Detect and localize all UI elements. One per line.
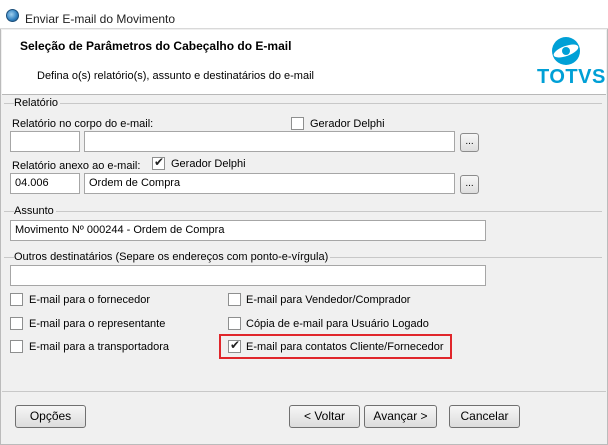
highlight-box — [219, 334, 452, 359]
anexo-gerador-delphi-checkbox[interactable] — [152, 155, 165, 170]
relatorio-group-label: Relatório — [14, 97, 61, 109]
page-title: Seleção de Parâmetros do Cabeçalho do E-… — [20, 39, 292, 53]
vendedor-comprador-label: E-mail para Vendedor/Comprador — [246, 294, 411, 306]
copia-usuario-logado-label: Cópia de e-mail para Usuário Logado — [246, 318, 429, 330]
destinatarios-group: Outros destinatários (Separe os endereço… — [4, 251, 602, 263]
anexo-email-label: Relatório anexo ao e-mail: — [12, 160, 141, 172]
destinatarios-group-label: Outros destinatários (Separe os endereço… — [14, 251, 331, 263]
app-icon — [6, 9, 19, 22]
opcoes-button[interactable]: Opções — [15, 405, 86, 428]
totvs-logo-text: TOTVS — [537, 66, 606, 88]
relatorio-group: Relatório — [4, 97, 602, 109]
cancelar-button[interactable]: Cancelar — [449, 405, 520, 428]
title-bar: Enviar E-mail do Movimento — [0, 0, 608, 29]
corpo-name-input[interactable] — [84, 131, 455, 152]
transportadora-checkbox[interactable] — [10, 340, 23, 353]
copia-usuario-logado-checkbox[interactable] — [228, 317, 241, 330]
anexo-name-input[interactable]: Ordem de Compra — [84, 173, 455, 194]
anexo-code-input[interactable]: 04.006 — [10, 173, 80, 194]
destinatarios-input[interactable] — [10, 265, 486, 286]
assunto-input[interactable]: Movimento Nº 000244 - Ordem de Compra — [10, 220, 486, 241]
corpo-email-label: Relatório no corpo do e-mail: — [12, 118, 154, 130]
representante-checkbox[interactable] — [10, 317, 23, 330]
assunto-group: Assunto — [4, 205, 602, 217]
corpo-code-input[interactable] — [10, 131, 80, 152]
corpo-browse-button[interactable]: ... — [460, 133, 479, 152]
wizard-header: Seleção de Parâmetros do Cabeçalho do E-… — [2, 30, 606, 95]
anexo-browse-button[interactable]: ... — [460, 175, 479, 194]
corpo-gerador-delphi-label: Gerador Delphi — [310, 118, 385, 130]
fornecedor-label: E-mail para o fornecedor — [29, 294, 151, 306]
avancar-button[interactable]: Avançar > — [364, 405, 437, 428]
vendedor-comprador-checkbox[interactable] — [228, 293, 241, 306]
assunto-group-label: Assunto — [14, 205, 56, 217]
anexo-gerador-delphi-label: Gerador Delphi — [171, 158, 246, 170]
page-subtitle: Defina o(s) relatório(s), assunto e dest… — [37, 70, 314, 82]
voltar-button[interactable]: < Voltar — [289, 405, 360, 428]
representante-label: E-mail para o representante — [29, 318, 166, 330]
corpo-gerador-delphi-checkbox[interactable] — [291, 117, 304, 130]
footer-divider — [2, 391, 606, 392]
transportadora-label: E-mail para a transportadora — [29, 341, 170, 353]
totvs-logo-icon — [552, 37, 580, 65]
fornecedor-checkbox[interactable] — [10, 293, 23, 306]
window-title: Enviar E-mail do Movimento — [25, 12, 176, 26]
